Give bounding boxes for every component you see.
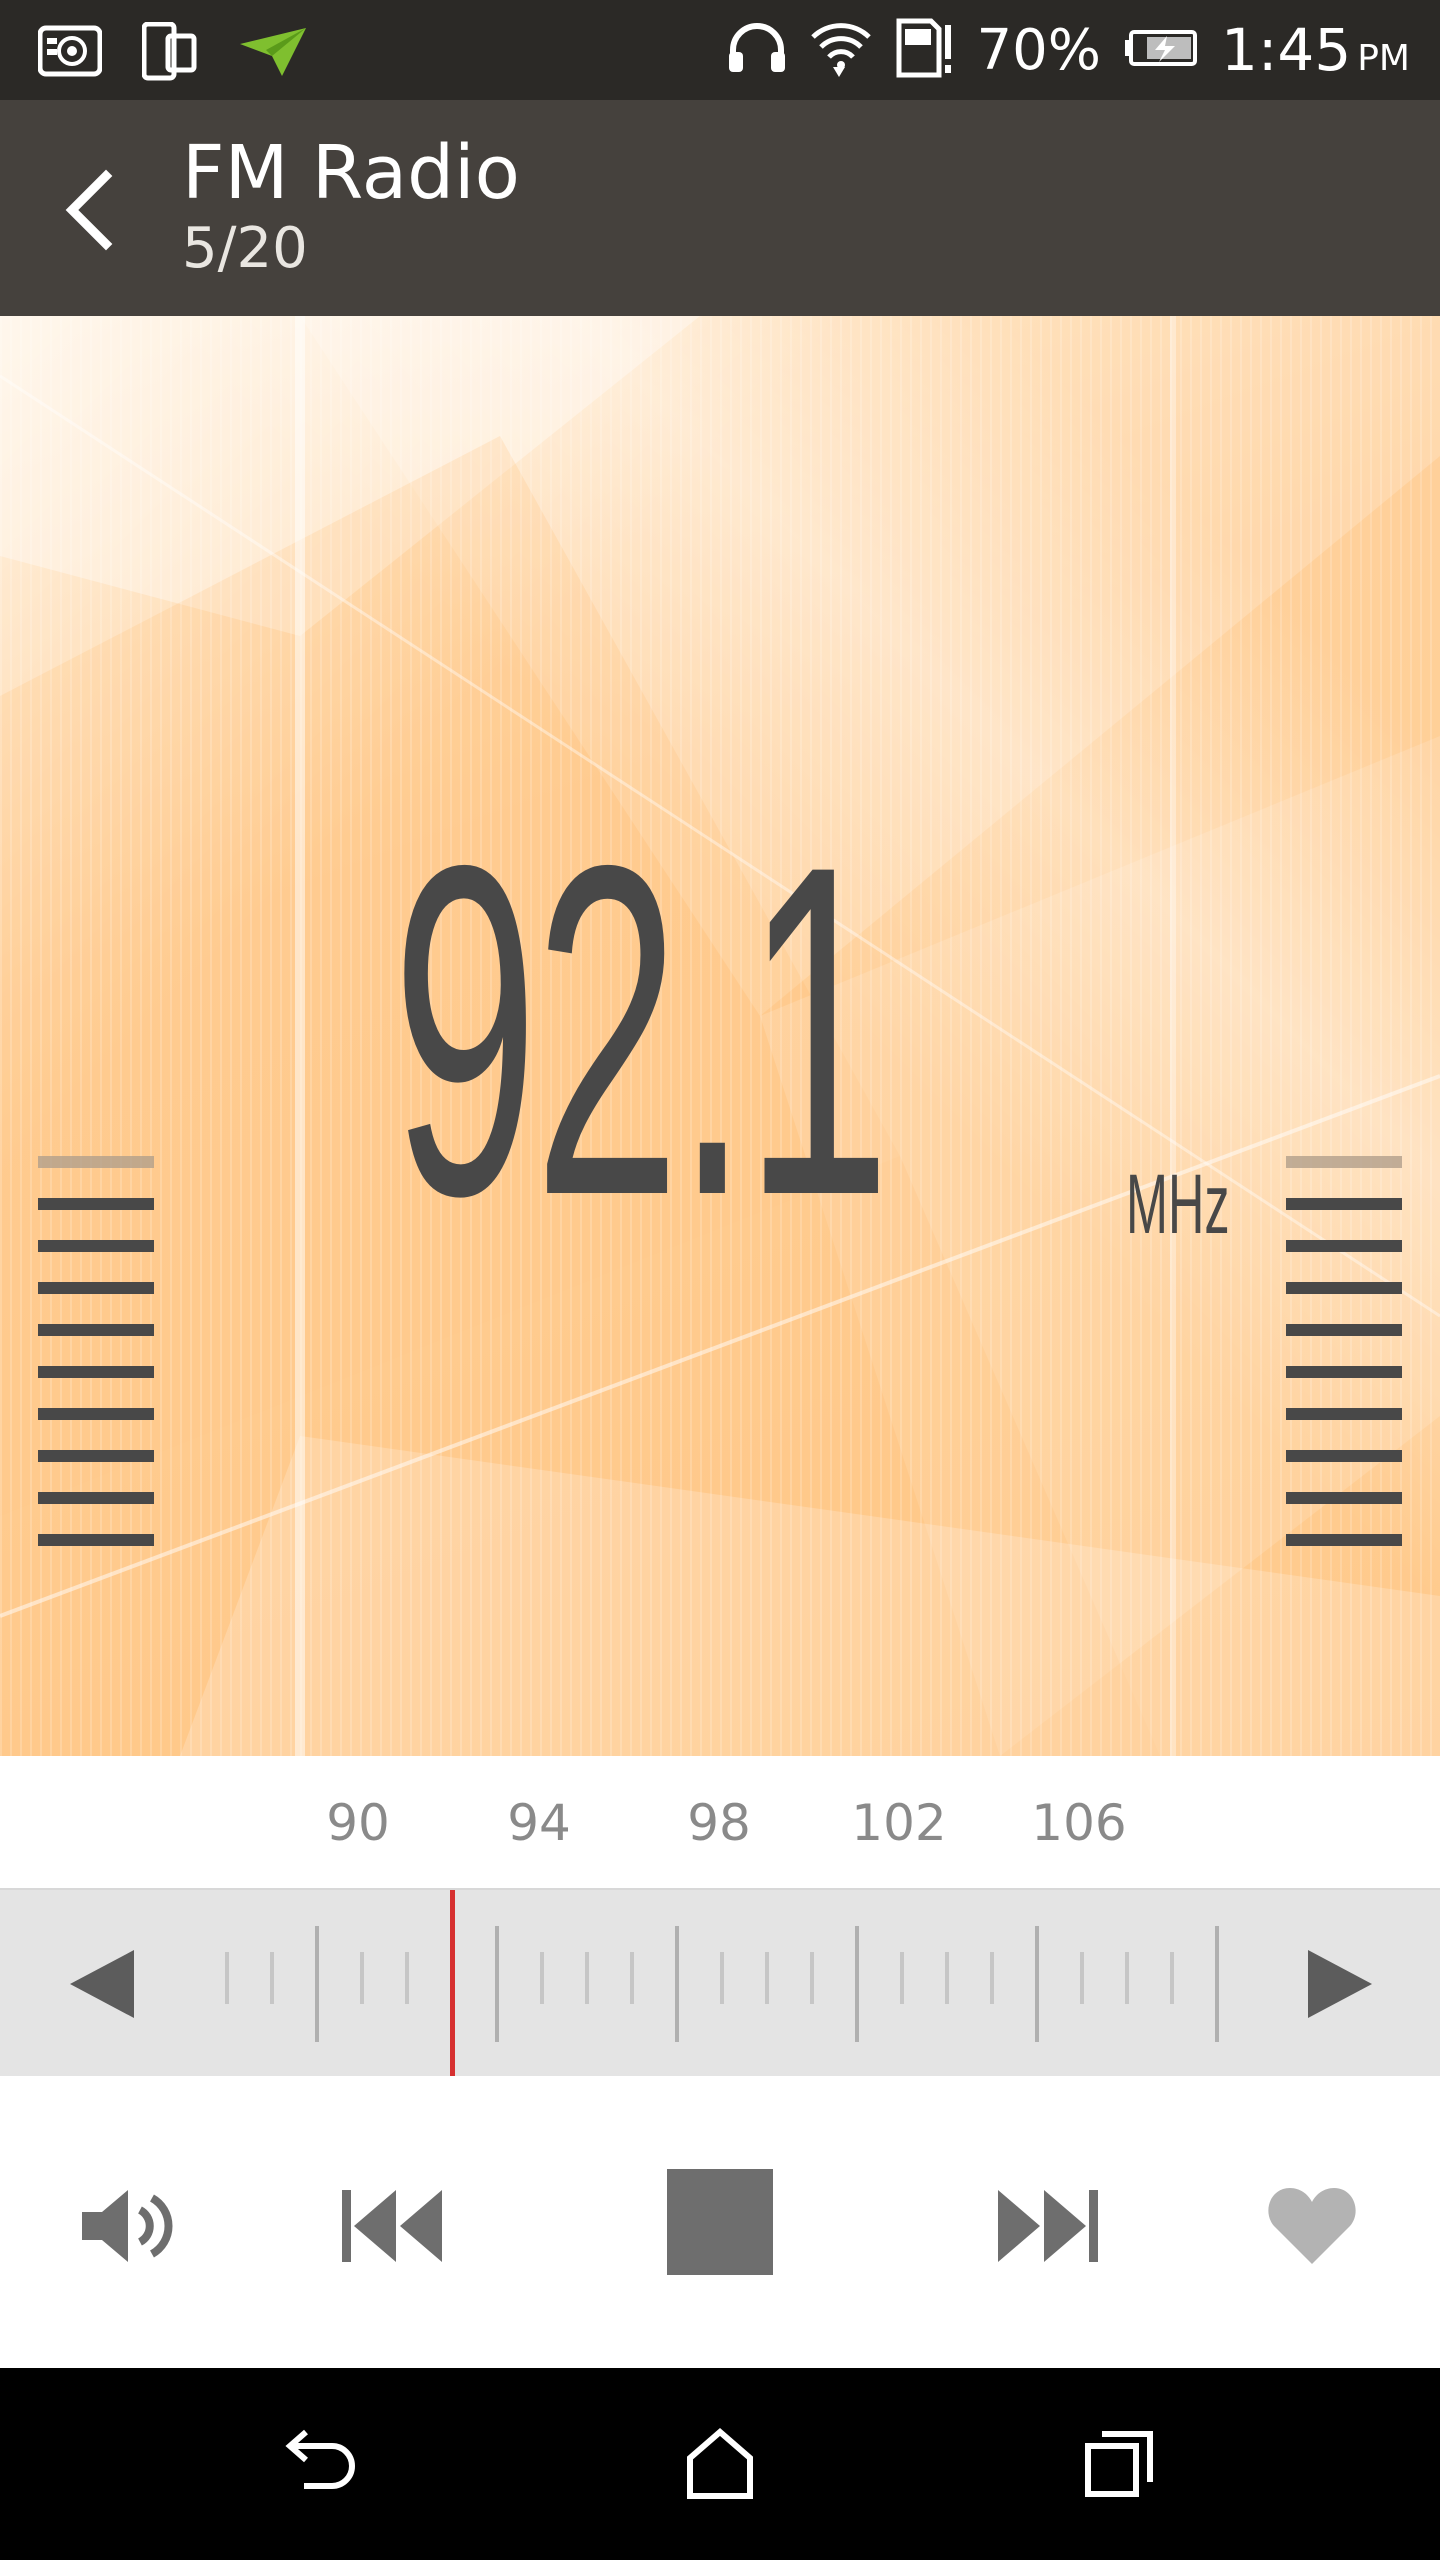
scale-label: 94 [507, 1794, 571, 1852]
scale-tick [225, 1952, 229, 2004]
scale-label: 102 [851, 1794, 947, 1852]
device-icon [141, 21, 198, 87]
scale-tick [990, 1952, 994, 2004]
scale-tick [270, 1952, 274, 2004]
bbm-icon [37, 24, 103, 85]
playback-controls [0, 2076, 1440, 2368]
skip-previous-icon[interactable] [336, 2170, 448, 2282]
scale-tick [720, 1952, 724, 2004]
status-bar: 70% 1:45 PM [0, 0, 1440, 100]
scale-tick [585, 1952, 589, 2004]
scale-tick [315, 1926, 319, 2042]
frequency-unit: MHz [1126, 1157, 1230, 1251]
frequency-display: 92.1 MHz [0, 316, 1440, 1756]
scale-tick [855, 1926, 859, 2042]
back-arrow-icon[interactable] [50, 160, 140, 260]
tuning-dial[interactable] [0, 1888, 1440, 2080]
tune-down-icon[interactable] [66, 1948, 138, 2020]
scale-label: 98 [687, 1794, 751, 1852]
signal-level-right [1286, 1156, 1402, 1576]
scale-tick [495, 1926, 499, 2042]
scale-tick [630, 1952, 634, 2004]
scale-tick [1215, 1926, 1219, 2042]
scale-tick [1170, 1952, 1174, 2004]
scale-label: 90 [326, 1794, 390, 1852]
sd-card-icon [895, 17, 955, 84]
scale-tick [945, 1952, 949, 2004]
wifi-icon [809, 17, 873, 84]
scale-tick [540, 1952, 544, 2004]
headphones-icon [727, 20, 787, 81]
preset-counter: 5/20 [182, 216, 308, 281]
battery-percent: 70% [976, 17, 1101, 83]
scale-tick [360, 1952, 364, 2004]
stop-icon[interactable] [664, 2166, 776, 2278]
volume-icon[interactable] [74, 2170, 186, 2282]
scale-tick [675, 1926, 679, 2042]
scale-tick [1080, 1952, 1084, 2004]
frequency-scale-labels: 90 94 98 102 106 [0, 1756, 1440, 1888]
home-icon[interactable] [680, 2424, 760, 2504]
app-bar: FM Radio 5/20 [0, 100, 1440, 316]
scale-tick [1035, 1926, 1039, 2042]
tuning-needle[interactable] [450, 1890, 455, 2078]
battery-icon [1123, 28, 1199, 73]
skip-next-icon[interactable] [992, 2170, 1104, 2282]
tune-up-icon[interactable] [1304, 1948, 1376, 2020]
heart-icon[interactable] [1256, 2170, 1368, 2282]
airdroid-icon [238, 26, 308, 83]
scale-tick [900, 1952, 904, 2004]
frequency-value: 92.1 [392, 768, 891, 1293]
recents-icon[interactable] [1080, 2424, 1160, 2504]
navigation-bar [0, 2368, 1440, 2560]
back-icon[interactable] [280, 2424, 360, 2504]
scale-label: 106 [1031, 1794, 1127, 1852]
scale-tick [405, 1952, 409, 2004]
page-title: FM Radio [182, 130, 520, 216]
signal-level-left [38, 1156, 154, 1576]
scale-tick [765, 1952, 769, 2004]
scale-tick [1125, 1952, 1129, 2004]
clock: 1:45 PM [1220, 16, 1410, 84]
scale-tick [810, 1952, 814, 2004]
